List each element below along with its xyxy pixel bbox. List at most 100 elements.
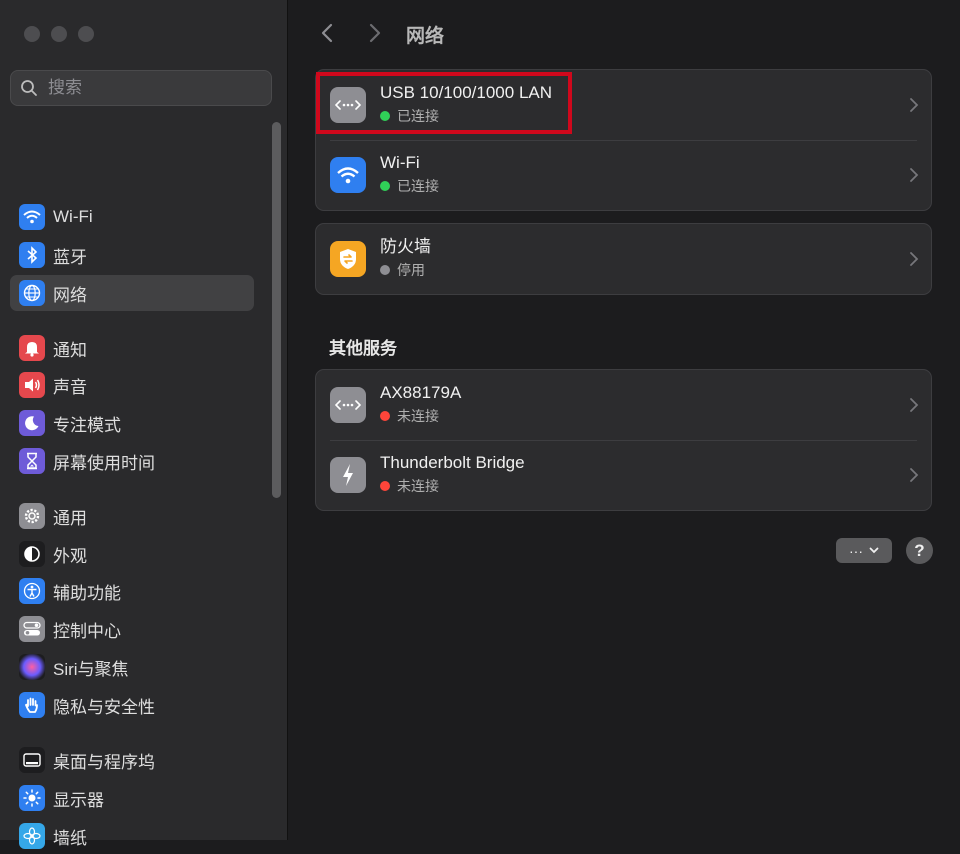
chevron-right-icon — [910, 98, 919, 112]
sidebar-item-label: 通知 — [53, 340, 87, 360]
gear-icon — [19, 503, 45, 529]
sidebar-item-label: 桌面与程序坞 — [53, 752, 155, 772]
globe-icon — [19, 280, 45, 306]
minimize-button[interactable] — [51, 26, 67, 42]
sidebar-scrollbar[interactable] — [272, 122, 281, 498]
toggles-icon — [19, 616, 45, 642]
sidebar-item-notifications[interactable]: 通知 — [10, 330, 254, 366]
sidebar-item-network[interactable]: 网络 — [10, 275, 254, 311]
sidebar-item-label: 辅助功能 — [53, 583, 121, 603]
service-row-usb-lan[interactable]: USB 10/100/1000 LAN 已连接 — [316, 70, 931, 140]
settings-window: Wi-Fi 蓝牙 网络 通知 — [0, 0, 960, 849]
service-row-ax88179a[interactable]: AX88179A 未连接 — [316, 370, 931, 440]
siri-icon — [19, 654, 45, 680]
wifi-icon — [19, 204, 45, 230]
sidebar-item-wallpaper[interactable]: 墙纸 — [10, 818, 254, 854]
thunderbolt-icon — [330, 457, 366, 493]
sun-icon — [19, 785, 45, 811]
window-controls — [24, 26, 94, 42]
service-name: Wi-Fi — [380, 153, 420, 172]
help-label: ? — [914, 540, 925, 560]
status-dot — [380, 265, 390, 275]
speaker-icon — [19, 372, 45, 398]
bluetooth-icon — [19, 242, 45, 268]
sidebar-item-label: 专注模式 — [53, 415, 121, 435]
sidebar-item-bluetooth[interactable]: 蓝牙 — [10, 237, 254, 273]
chevron-down-icon — [869, 547, 879, 554]
service-name: Thunderbolt Bridge — [380, 453, 525, 472]
sidebar-item-wifi[interactable]: Wi-Fi — [10, 199, 254, 235]
sidebar-item-label: 显示器 — [53, 790, 104, 810]
ethernet-icon — [330, 387, 366, 423]
service-status: 已连接 — [397, 178, 439, 194]
ethernet-icon — [330, 87, 366, 123]
sidebar-item-siri[interactable]: Siri与聚焦 — [10, 649, 254, 685]
chevron-right-icon — [910, 398, 919, 412]
sidebar-item-label: 隐私与安全性 — [53, 697, 155, 717]
firewall-row[interactable]: 防火墙 停用 — [316, 224, 931, 294]
sidebar-item-label: 外观 — [53, 546, 87, 566]
section-title: 其他服务 — [329, 339, 397, 358]
page-title: 网络 — [406, 26, 445, 47]
status-dot — [380, 481, 390, 491]
sidebar-item-appearance[interactable]: 外观 — [10, 536, 254, 572]
moon-icon — [19, 410, 45, 436]
service-name: 防火墙 — [380, 237, 431, 256]
hourglass-icon — [19, 448, 45, 474]
service-status: 停用 — [397, 262, 425, 278]
chevron-right-icon — [910, 168, 919, 182]
service-name: AX88179A — [380, 383, 462, 402]
sidebar-item-sound[interactable]: 声音 — [10, 367, 254, 403]
more-label: ··· — [849, 542, 863, 559]
service-name: USB 10/100/1000 LAN — [380, 83, 553, 102]
sidebar-item-label: 网络 — [53, 285, 87, 305]
sidebar-item-focus[interactable]: 专注模式 — [10, 405, 254, 441]
dock-icon — [19, 747, 45, 773]
close-button[interactable] — [24, 26, 40, 42]
network-services-group: USB 10/100/1000 LAN 已连接 Wi-Fi 已连接 — [315, 69, 932, 211]
appearance-icon — [19, 541, 45, 567]
sidebar-item-label: Wi-Fi — [53, 207, 93, 226]
search-input[interactable] — [46, 77, 250, 99]
firewall-icon — [330, 241, 366, 277]
search-icon — [21, 80, 37, 96]
status-dot — [380, 181, 390, 191]
service-status: 已连接 — [397, 108, 439, 124]
sidebar-item-label: 通用 — [53, 508, 87, 528]
sidebar-item-label: 控制中心 — [53, 621, 121, 641]
service-status: 未连接 — [397, 478, 439, 494]
sidebar-item-label: 墙纸 — [53, 828, 87, 848]
chevron-right-icon — [910, 252, 919, 266]
service-row-wifi[interactable]: Wi-Fi 已连接 — [316, 140, 931, 210]
sidebar-item-screen-time[interactable]: 屏幕使用时间 — [10, 443, 254, 479]
service-row-thunderbolt-bridge[interactable]: Thunderbolt Bridge 未连接 — [316, 440, 931, 510]
back-button[interactable] — [314, 20, 340, 46]
sidebar-item-displays[interactable]: 显示器 — [10, 780, 254, 816]
hand-icon — [19, 692, 45, 718]
sidebar-item-label: 蓝牙 — [53, 247, 87, 267]
sidebar-item-accessibility[interactable]: 辅助功能 — [10, 573, 254, 609]
firewall-group: 防火墙 停用 — [315, 223, 932, 295]
sidebar: Wi-Fi 蓝牙 网络 通知 — [0, 0, 288, 849]
forward-button[interactable] — [362, 20, 388, 46]
help-button[interactable]: ? — [906, 537, 933, 564]
sidebar-item-label: Siri与聚焦 — [53, 659, 129, 679]
status-dot — [380, 111, 390, 121]
status-dot — [380, 411, 390, 421]
bell-icon — [19, 335, 45, 361]
service-status: 未连接 — [397, 408, 439, 424]
sidebar-item-privacy[interactable]: 隐私与安全性 — [10, 687, 254, 723]
flower-icon — [19, 823, 45, 849]
more-actions-button[interactable]: ··· — [836, 538, 892, 563]
sidebar-item-control-center[interactable]: 控制中心 — [10, 611, 254, 647]
chevron-right-icon — [910, 468, 919, 482]
search-field[interactable] — [10, 70, 272, 106]
accessibility-icon — [19, 578, 45, 604]
chevron-left-icon — [321, 23, 333, 43]
zoom-button[interactable] — [78, 26, 94, 42]
wifi-icon — [330, 157, 366, 193]
sidebar-item-general[interactable]: 通用 — [10, 498, 254, 534]
other-services-group: AX88179A 未连接 Thunderbolt Bridge 未连接 — [315, 369, 932, 511]
sidebar-item-desktop-dock[interactable]: 桌面与程序坞 — [10, 742, 254, 778]
sidebar-item-label: 声音 — [53, 377, 87, 397]
